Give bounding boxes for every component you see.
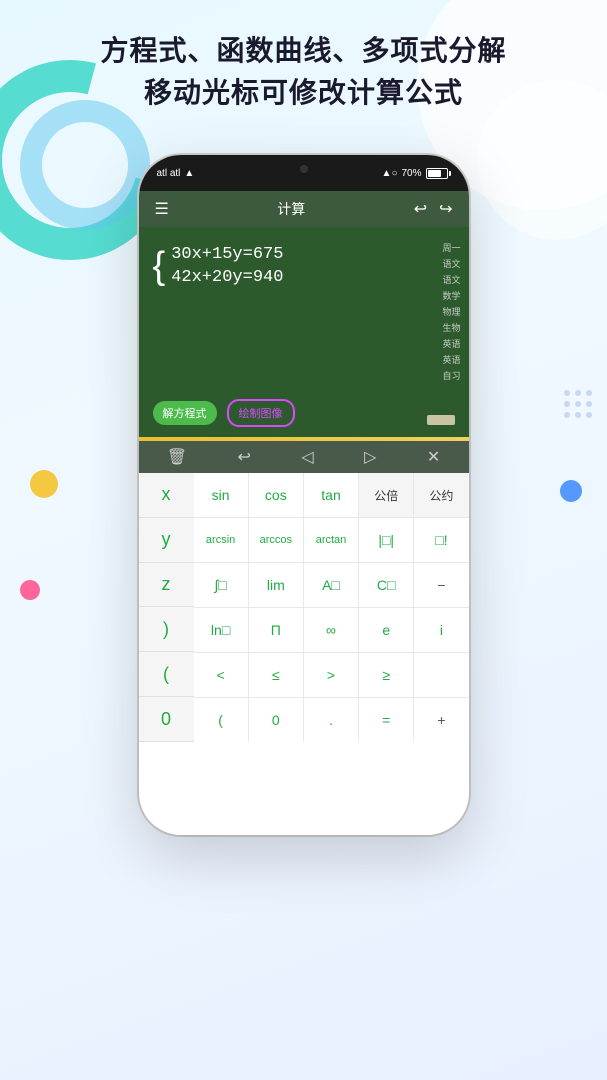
key-equals[interactable]: = — [359, 698, 414, 742]
math-keypad: sin cos tan 公倍 公约 arcsin arccos arctan |… — [194, 473, 469, 742]
key-integral[interactable]: ∫□ — [194, 563, 249, 607]
open-brace: { — [153, 247, 166, 285]
signal-text: atl atl — [157, 168, 181, 179]
bg-dots-pattern — [564, 390, 592, 418]
keypad-row-6: ( 0 . = + — [194, 698, 469, 742]
key-z[interactable]: z — [139, 563, 194, 608]
sidebar-labels: 周一 语文 语文 数学 物理 生物 英语 英语 自习 — [442, 241, 460, 382]
key-plus[interactable]: + — [414, 698, 468, 742]
phone-mockup: atl atl ▲ ▲○ 70% ☰ 计算 ↩ ↪ { 30x+15 — [139, 155, 469, 835]
key-limit[interactable]: lim — [249, 563, 304, 607]
key-geq[interactable]: ≥ — [359, 653, 414, 697]
key-tan[interactable]: tan — [304, 473, 359, 517]
equation-line-1[interactable]: 30x+15y=675 — [171, 245, 283, 264]
key-factorial[interactable]: □! — [414, 518, 468, 562]
key-cos[interactable]: cos — [249, 473, 304, 517]
battery-fill — [428, 170, 441, 177]
equation-system: { 30x+15y=675 42x+20y=940 — [153, 245, 455, 287]
alarm-icon: ▲○ — [382, 168, 398, 179]
key-arctan[interactable]: arctan — [304, 518, 359, 562]
sidebar-label-0: 周一 — [442, 241, 460, 254]
key-open-paren-2[interactable]: ( — [194, 698, 249, 742]
close-keyboard-icon[interactable]: ✕ — [427, 447, 440, 467]
status-left: atl atl ▲ — [157, 168, 195, 179]
key-x[interactable]: x — [139, 473, 194, 518]
sidebar-label-3: 数学 — [442, 289, 460, 302]
sidebar-label-8: 自习 — [442, 369, 460, 382]
right-arrow-icon[interactable]: ▷ — [364, 447, 376, 467]
key-empty-r5 — [414, 653, 468, 697]
chalk-eraser — [427, 415, 455, 425]
battery-icon — [426, 168, 451, 179]
sidebar-label-5: 生物 — [442, 321, 460, 334]
keyboard-area: x y z ) ( 0 sin cos tan 公倍 公约 arcsin arc… — [139, 473, 469, 742]
key-minus[interactable]: − — [414, 563, 468, 607]
key-comb[interactable]: C□ — [359, 563, 414, 607]
status-right: ▲○ 70% — [382, 168, 451, 179]
battery-tip — [449, 171, 451, 176]
key-leq[interactable]: ≤ — [249, 653, 304, 697]
app-toolbar: ☰ 计算 ↩ ↪ — [139, 191, 469, 227]
header-line2: 移动光标可修改计算公式 — [0, 72, 607, 114]
key-infinity[interactable]: ∞ — [304, 608, 359, 652]
wifi-icon: ▲ — [184, 168, 194, 179]
header-section: 方程式、函数曲线、多项式分解 移动光标可修改计算公式 — [0, 30, 607, 114]
battery-pct: 70% — [401, 168, 421, 179]
key-greater[interactable]: > — [304, 653, 359, 697]
key-arcsin[interactable]: arcsin — [194, 518, 249, 562]
chalkboard: { 30x+15y=675 42x+20y=940 周一 语文 语文 数学 物理… — [139, 227, 469, 437]
action-bar: 🗑 ↩ ◁ ▷ ✕ — [139, 441, 469, 473]
status-bar: atl atl ▲ ▲○ 70% — [139, 155, 469, 191]
sidebar-label-2: 语文 — [442, 273, 460, 286]
keypad-row-2: arcsin arccos arctan |□| □! — [194, 518, 469, 563]
key-arccos[interactable]: arccos — [249, 518, 304, 562]
keypad-row-1: sin cos tan 公倍 公约 — [194, 473, 469, 518]
equations: 30x+15y=675 42x+20y=940 — [171, 245, 283, 287]
key-sin[interactable]: sin — [194, 473, 249, 517]
header-line1: 方程式、函数曲线、多项式分解 — [0, 30, 607, 72]
delete-icon[interactable]: 🗑 — [167, 447, 187, 467]
bg-dot-yellow — [30, 470, 58, 498]
sidebar-label-6: 英语 — [442, 337, 460, 350]
solve-equation-button[interactable]: 解方程式 — [153, 401, 217, 425]
key-euler[interactable]: e — [359, 608, 414, 652]
key-close-paren[interactable]: ) — [139, 607, 194, 652]
key-gcd[interactable]: 公约 — [414, 473, 468, 517]
bg-dot-pink — [20, 580, 40, 600]
battery-body — [426, 168, 448, 179]
key-perm[interactable]: A□ — [304, 563, 359, 607]
phone-camera — [300, 165, 308, 173]
key-abs[interactable]: |□| — [359, 518, 414, 562]
sidebar-label-7: 英语 — [442, 353, 460, 366]
key-less[interactable]: < — [194, 653, 249, 697]
bg-decoration-blue — [20, 100, 150, 230]
keypad-row-5: < ≤ > ≥ — [194, 653, 469, 698]
key-ln[interactable]: ln□ — [194, 608, 249, 652]
equation-line-2[interactable]: 42x+20y=940 — [171, 268, 283, 287]
key-zero[interactable]: 0 — [249, 698, 304, 742]
left-arrow-icon[interactable]: ◁ — [301, 447, 313, 467]
app-title: 计算 — [277, 199, 305, 219]
keypad-row-4: ln□ Π ∞ e i — [194, 608, 469, 653]
key-lcm[interactable]: 公倍 — [359, 473, 414, 517]
key-dot[interactable]: . — [304, 698, 359, 742]
chalkboard-buttons: 解方程式 绘制图像 — [153, 391, 455, 427]
draw-graph-button[interactable]: 绘制图像 — [227, 399, 295, 427]
toolbar-actions: ↩ ↪ — [414, 199, 453, 219]
key-open-paren[interactable]: ( — [139, 652, 194, 697]
undo-icon[interactable]: ↩ — [414, 199, 427, 219]
menu-icon[interactable]: ☰ — [155, 199, 169, 219]
key-pi[interactable]: Π — [249, 608, 304, 652]
keypad-row-3: ∫□ lim A□ C□ − — [194, 563, 469, 608]
key-zero-left[interactable]: 0 — [139, 697, 194, 742]
sidebar-label-4: 物理 — [442, 305, 460, 318]
bg-dot-blue — [560, 480, 582, 502]
left-variable-column: x y z ) ( 0 — [139, 473, 194, 742]
sidebar-label-1: 语文 — [442, 257, 460, 270]
redo-icon[interactable]: ↪ — [439, 199, 452, 219]
key-imaginary[interactable]: i — [414, 608, 468, 652]
backspace-icon[interactable]: ↩ — [237, 447, 250, 467]
key-y[interactable]: y — [139, 518, 194, 563]
